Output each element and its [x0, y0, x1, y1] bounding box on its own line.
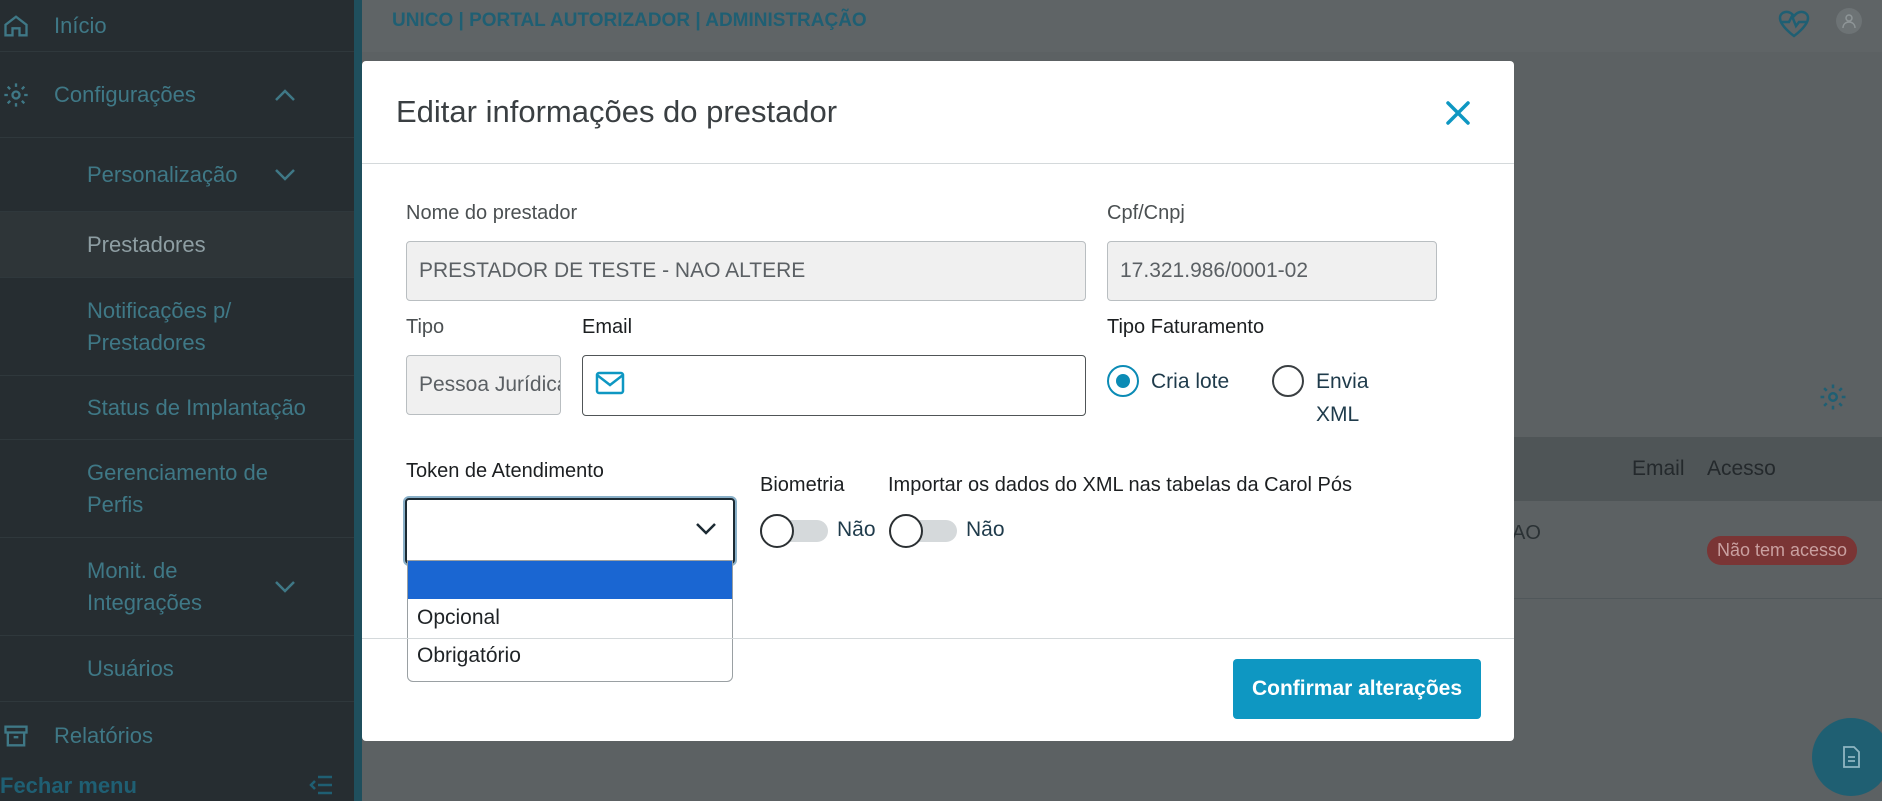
- confirm-button[interactable]: Confirmar alterações: [1233, 659, 1481, 719]
- sidebar-item-label: Configurações: [54, 81, 196, 107]
- close-button[interactable]: [1442, 97, 1474, 129]
- modal-footer-divider: [362, 638, 1514, 639]
- toggle-knob: [760, 514, 794, 548]
- page-title: UNICO | PORTAL AUTORIZADOR | ADMINISTRAÇ…: [392, 10, 867, 31]
- home-icon: [0, 10, 32, 42]
- modal-title: Editar informações do prestador: [396, 94, 838, 129]
- sidebar-item-label: Gerenciamento de Perfis: [87, 459, 268, 517]
- table-cell-fragment: AO: [1512, 522, 1541, 544]
- gear-icon: [0, 79, 32, 111]
- sidebar-item-notificacoes[interactable]: Notificações p/ Prestadores: [0, 278, 354, 376]
- nome-field[interactable]: PRESTADOR DE TESTE - NAO ALTERE: [406, 241, 1086, 301]
- sidebar-item-label: Início: [54, 12, 107, 38]
- tipo-label: Tipo: [406, 316, 445, 338]
- sidebar: Início Configurações Personalização Pres…: [0, 0, 362, 801]
- importar-toggle[interactable]: [889, 514, 957, 548]
- token-option-opcional[interactable]: Opcional: [408, 599, 732, 637]
- sidebar-item-usuarios[interactable]: Usuários: [0, 636, 354, 702]
- sidebar-item-label: Notificações p/ Prestadores: [87, 297, 232, 355]
- mail-icon: [595, 371, 625, 400]
- radio-envia-xml[interactable]: [1272, 365, 1304, 397]
- sidebar-item-configuracoes[interactable]: Configurações: [0, 52, 354, 138]
- tipo-field[interactable]: Pessoa Jurídica: [406, 355, 561, 415]
- faturamento-label: Tipo Faturamento: [1107, 316, 1265, 338]
- close-menu-button[interactable]: Fechar menu: [0, 770, 354, 801]
- sidebar-item-label: Prestadores: [87, 231, 206, 257]
- chevron-down-icon: [695, 522, 717, 541]
- topbar: UNICO | PORTAL AUTORIZADOR | ADMINISTRAÇ…: [362, 0, 1882, 52]
- token-option-obrigatorio[interactable]: Obrigatório: [408, 637, 732, 675]
- token-select[interactable]: [405, 498, 735, 564]
- sidebar-item-label: Usuários: [87, 655, 174, 681]
- modal-header: Editar informações do prestador: [362, 61, 1514, 164]
- chevron-up-icon: [274, 82, 296, 108]
- biometria-state: Não: [837, 518, 876, 541]
- close-menu-label: Fechar menu: [0, 772, 137, 798]
- sidebar-item-monit-integracoes[interactable]: Monit. de Integrações: [0, 538, 354, 636]
- settings-gear-icon[interactable]: [1818, 382, 1848, 417]
- sidebar-item-inicio[interactable]: Início: [0, 0, 354, 52]
- sidebar-accent-bar: [354, 0, 362, 801]
- document-fab-button[interactable]: [1812, 718, 1882, 796]
- collapse-menu-icon: [308, 774, 334, 801]
- sidebar-item-label: Status de Implantação: [87, 394, 306, 420]
- toggle-knob: [889, 514, 923, 548]
- radio-cria-lote[interactable]: [1107, 365, 1139, 397]
- sidebar-item-prestadores[interactable]: Prestadores: [0, 212, 354, 278]
- table-row-divider: [1512, 598, 1882, 599]
- token-option-blank[interactable]: [408, 561, 732, 599]
- sidebar-item-relatorios[interactable]: Relatórios: [0, 702, 354, 770]
- biometria-label: Biometria: [760, 474, 845, 496]
- email-field[interactable]: [582, 355, 1086, 416]
- user-icon[interactable]: [1836, 8, 1862, 34]
- biometria-toggle[interactable]: [760, 514, 828, 548]
- radio-cria-lote-label: Cria lote: [1151, 370, 1230, 393]
- sidebar-item-label: Relatórios: [54, 723, 154, 748]
- chevron-down-icon: [274, 162, 296, 188]
- cpf-field[interactable]: 17.321.986/0001-02: [1107, 241, 1437, 301]
- token-dropdown-list: Opcional Obrigatório: [407, 560, 733, 682]
- cpf-label: Cpf/Cnpj: [1107, 202, 1185, 224]
- archive-icon: [0, 720, 32, 752]
- radio-envia-xml-label: Envia XML: [1316, 370, 1369, 426]
- edit-provider-modal: Editar informações do prestador Nome do …: [362, 61, 1514, 741]
- table-header-acesso: Acesso: [1707, 457, 1776, 480]
- chevron-down-icon: [274, 574, 296, 600]
- sidebar-item-label: Personalização: [87, 161, 238, 187]
- sidebar-item-gerenciamento-perfis[interactable]: Gerenciamento de Perfis: [0, 440, 354, 538]
- sidebar-item-label: Monit. de Integrações: [87, 557, 202, 615]
- table-header-email: Email: [1632, 457, 1685, 480]
- sidebar-item-status-implantacao[interactable]: Status de Implantação: [0, 376, 354, 440]
- table-header: [1512, 437, 1882, 501]
- importar-state: Não: [966, 518, 1005, 541]
- nome-label: Nome do prestador: [406, 202, 578, 224]
- health-icon[interactable]: [1776, 6, 1812, 45]
- status-badge: Não tem acesso: [1707, 536, 1858, 565]
- email-label: Email: [582, 316, 633, 338]
- sidebar-item-personalizacao[interactable]: Personalização: [0, 138, 354, 212]
- token-label: Token de Atendimento: [406, 460, 604, 482]
- importar-label: Importar os dados do XML nas tabelas da …: [888, 474, 1352, 496]
